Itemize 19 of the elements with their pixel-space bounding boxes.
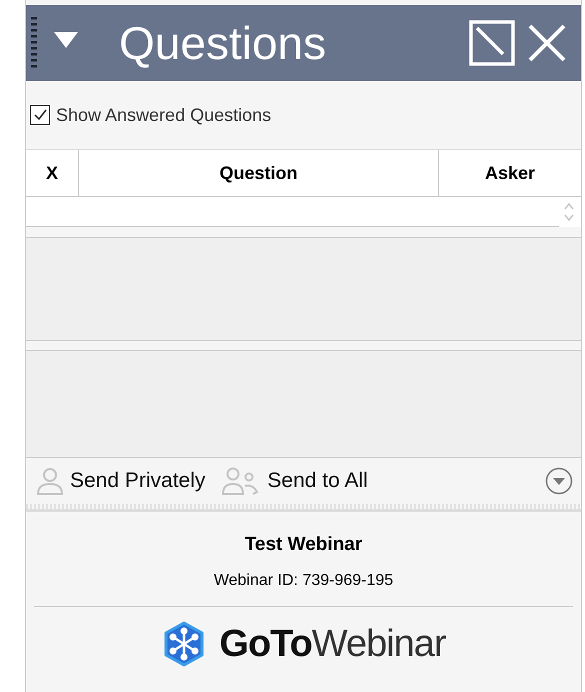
checkmark-icon <box>32 107 48 123</box>
webinar-id: Webinar ID: 739-969-195 <box>214 572 394 590</box>
dropdown-circle-icon[interactable] <box>545 467 573 495</box>
resize-grip-bar[interactable] <box>26 504 581 512</box>
close-icon[interactable] <box>527 23 567 63</box>
send-to-all-button[interactable]: Send to All <box>219 466 370 496</box>
collapse-triangle-icon[interactable] <box>53 31 79 49</box>
column-header[interactable]: X <box>26 150 79 196</box>
show-answered-checkbox[interactable] <box>30 105 50 125</box>
send-privately-button[interactable]: Send Privately <box>34 466 208 496</box>
column-header[interactable]: Asker <box>439 150 581 196</box>
grip-icon[interactable] <box>31 17 37 69</box>
gotowebinar-logo-text: GoToWebinar <box>219 622 446 666</box>
checkbox-label: Show Answered Questions <box>56 104 272 126</box>
column-header[interactable]: Question <box>79 150 439 196</box>
person-icon <box>36 466 64 496</box>
webinar-title: Test Webinar <box>244 534 362 556</box>
panel-title: Questions <box>119 20 328 66</box>
pop-out-icon[interactable] <box>469 20 515 66</box>
